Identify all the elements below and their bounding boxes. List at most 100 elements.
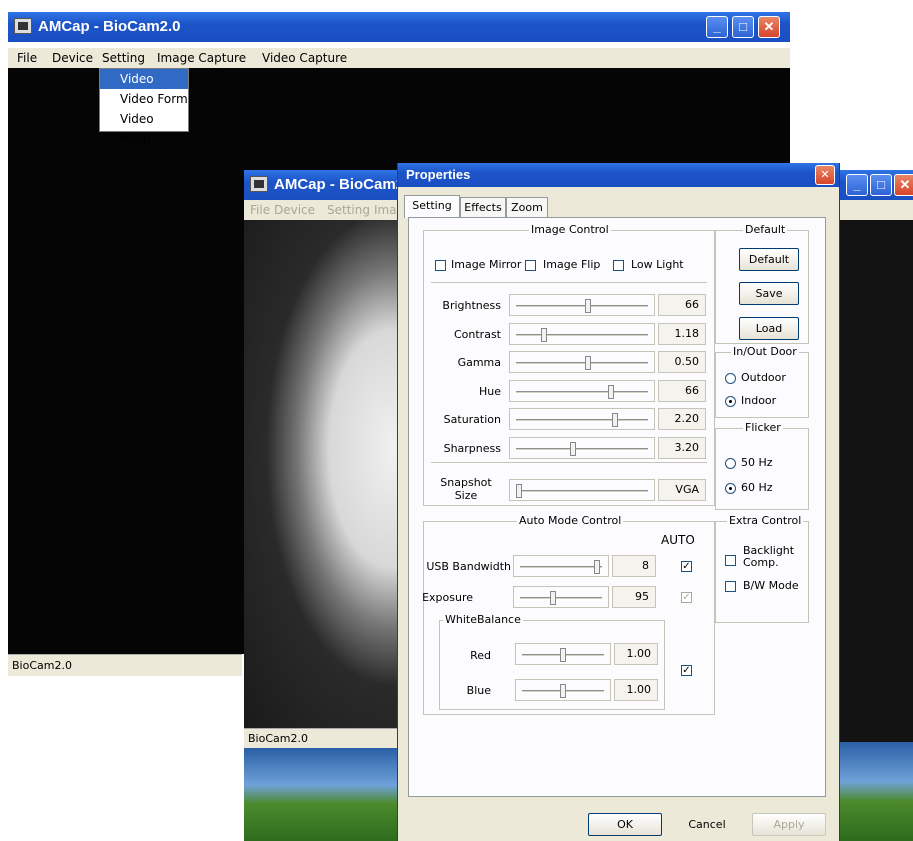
- slider-thumb[interactable]: [516, 484, 522, 498]
- low-light-label[interactable]: Low Light: [631, 258, 684, 271]
- white-balance-auto-checkbox[interactable]: ✓: [681, 665, 692, 676]
- saturation-value: 2.20: [658, 408, 706, 430]
- slider-track: [516, 305, 648, 308]
- load-button[interactable]: Load: [739, 317, 799, 340]
- snapshot-size-label: Snapshot Size: [431, 476, 501, 502]
- tab-setting[interactable]: Setting: [404, 195, 460, 218]
- back-window-titlebar[interactable]: AMCap - BioCam2.0 _ □ ✕: [8, 12, 790, 42]
- image-mirror-checkbox[interactable]: [435, 260, 446, 271]
- dropdown-video-input[interactable]: Video Input: [100, 109, 188, 146]
- exposure-slider[interactable]: [513, 586, 609, 608]
- image-mirror-label[interactable]: Image Mirror: [451, 258, 521, 271]
- 50hz-label[interactable]: 50 Hz: [741, 456, 773, 469]
- slider-thumb[interactable]: [541, 328, 547, 342]
- slider-thumb[interactable]: [570, 442, 576, 456]
- flicker-group: [715, 428, 809, 510]
- mid-menu-device[interactable]: Device: [274, 203, 315, 217]
- camera-app-icon: [250, 176, 268, 192]
- backlight-comp-label[interactable]: Backlight Comp.: [743, 545, 794, 569]
- separator: [431, 462, 707, 463]
- mid-window-title: AMCap - BioCam2.0: [274, 176, 417, 193]
- 50hz-radio[interactable]: [725, 458, 736, 469]
- maximize-icon[interactable]: □: [732, 16, 754, 38]
- menu-file[interactable]: File: [17, 51, 37, 65]
- blue-slider[interactable]: [515, 679, 611, 701]
- indoor-radio[interactable]: [725, 396, 736, 407]
- default-button[interactable]: Default: [739, 248, 799, 271]
- red-slider[interactable]: [515, 643, 611, 665]
- slider-thumb[interactable]: [594, 560, 600, 574]
- maximize-icon[interactable]: □: [870, 174, 892, 196]
- hue-slider[interactable]: [509, 380, 655, 402]
- right-video-feed: [840, 220, 913, 742]
- apply-button[interactable]: Apply: [752, 813, 826, 836]
- slider-thumb[interactable]: [560, 648, 566, 662]
- gamma-slider[interactable]: [509, 351, 655, 373]
- mid-menu-image[interactable]: Ima: [374, 203, 397, 217]
- 60hz-radio[interactable]: [725, 483, 736, 494]
- menu-setting[interactable]: Setting: [102, 51, 145, 65]
- outdoor-radio[interactable]: [725, 373, 736, 384]
- mid-menu-setting[interactable]: Setting: [327, 203, 370, 217]
- blue-value: 1.00: [614, 679, 658, 701]
- sharpness-value: 3.20: [658, 437, 706, 459]
- slider-thumb[interactable]: [550, 591, 556, 605]
- in-out-door-group: [715, 352, 809, 418]
- backlight-comp-checkbox[interactable]: [725, 555, 736, 566]
- ok-button[interactable]: OK: [588, 813, 662, 836]
- menu-image-capture[interactable]: Image Capture: [157, 51, 246, 65]
- camera-app-icon: [14, 18, 32, 34]
- slider-thumb[interactable]: [612, 413, 618, 427]
- image-flip-checkbox[interactable]: [525, 260, 536, 271]
- contrast-slider[interactable]: [509, 323, 655, 345]
- red-label: Red: [470, 649, 491, 662]
- image-flip-label[interactable]: Image Flip: [543, 258, 600, 271]
- snapshot-size-value: VGA: [658, 479, 706, 501]
- dialog-titlebar[interactable]: Properties: [398, 163, 839, 187]
- auto-column-header: AUTO: [661, 533, 695, 547]
- dropdown-video-filter[interactable]: Video Fillter: [100, 69, 188, 106]
- sharpness-slider[interactable]: [509, 437, 655, 459]
- close-icon[interactable]: ✕: [894, 174, 913, 196]
- mid-window-titlebar[interactable]: AMCap - BioCam2.0: [244, 170, 417, 200]
- right-window-titlebar[interactable]: _ □ ✕: [840, 170, 913, 200]
- in-out-door-label: In/Out Door: [731, 345, 799, 358]
- extra-control-label: Extra Control: [727, 514, 804, 527]
- brightness-slider[interactable]: [509, 294, 655, 316]
- minimize-icon[interactable]: _: [846, 174, 868, 196]
- snapshot-size-slider[interactable]: [509, 479, 655, 501]
- slider-thumb[interactable]: [585, 299, 591, 313]
- back-window-title: AMCap - BioCam2.0: [38, 18, 181, 35]
- saturation-label: Saturation: [443, 413, 501, 426]
- tab-effects[interactable]: Effects: [460, 197, 506, 217]
- usb-bandwidth-slider[interactable]: [513, 555, 609, 577]
- menu-device[interactable]: Device: [52, 51, 93, 65]
- 60hz-label[interactable]: 60 Hz: [741, 481, 773, 494]
- dropdown-video-form[interactable]: Video Form: [100, 89, 188, 109]
- mid-menu-file[interactable]: File: [250, 203, 270, 217]
- indoor-label[interactable]: Indoor: [741, 394, 776, 407]
- bw-mode-checkbox[interactable]: [725, 581, 736, 592]
- blue-label: Blue: [466, 684, 491, 697]
- cancel-button[interactable]: Cancel: [670, 813, 744, 836]
- tab-zoom[interactable]: Zoom: [506, 197, 548, 217]
- exposure-auto-checkbox[interactable]: ✓: [681, 592, 692, 603]
- menu-video-capture[interactable]: Video Capture: [262, 51, 347, 65]
- slider-thumb[interactable]: [585, 356, 591, 370]
- slider-thumb[interactable]: [608, 385, 614, 399]
- usb-bandwidth-auto-checkbox[interactable]: ✓: [681, 561, 692, 572]
- low-light-checkbox[interactable]: [613, 260, 624, 271]
- hue-value: 66: [658, 380, 706, 402]
- slider-track: [516, 490, 648, 493]
- bw-mode-label[interactable]: B/W Mode: [743, 579, 799, 592]
- close-icon[interactable]: ✕: [815, 165, 835, 185]
- saturation-slider[interactable]: [509, 408, 655, 430]
- minimize-icon[interactable]: _: [706, 16, 728, 38]
- close-icon[interactable]: ✕: [758, 16, 780, 38]
- contrast-label: Contrast: [453, 328, 501, 341]
- save-button[interactable]: Save: [739, 282, 799, 305]
- slider-track: [520, 566, 602, 569]
- outdoor-label[interactable]: Outdoor: [741, 371, 786, 384]
- contrast-value: 1.18: [658, 323, 706, 345]
- slider-thumb[interactable]: [560, 684, 566, 698]
